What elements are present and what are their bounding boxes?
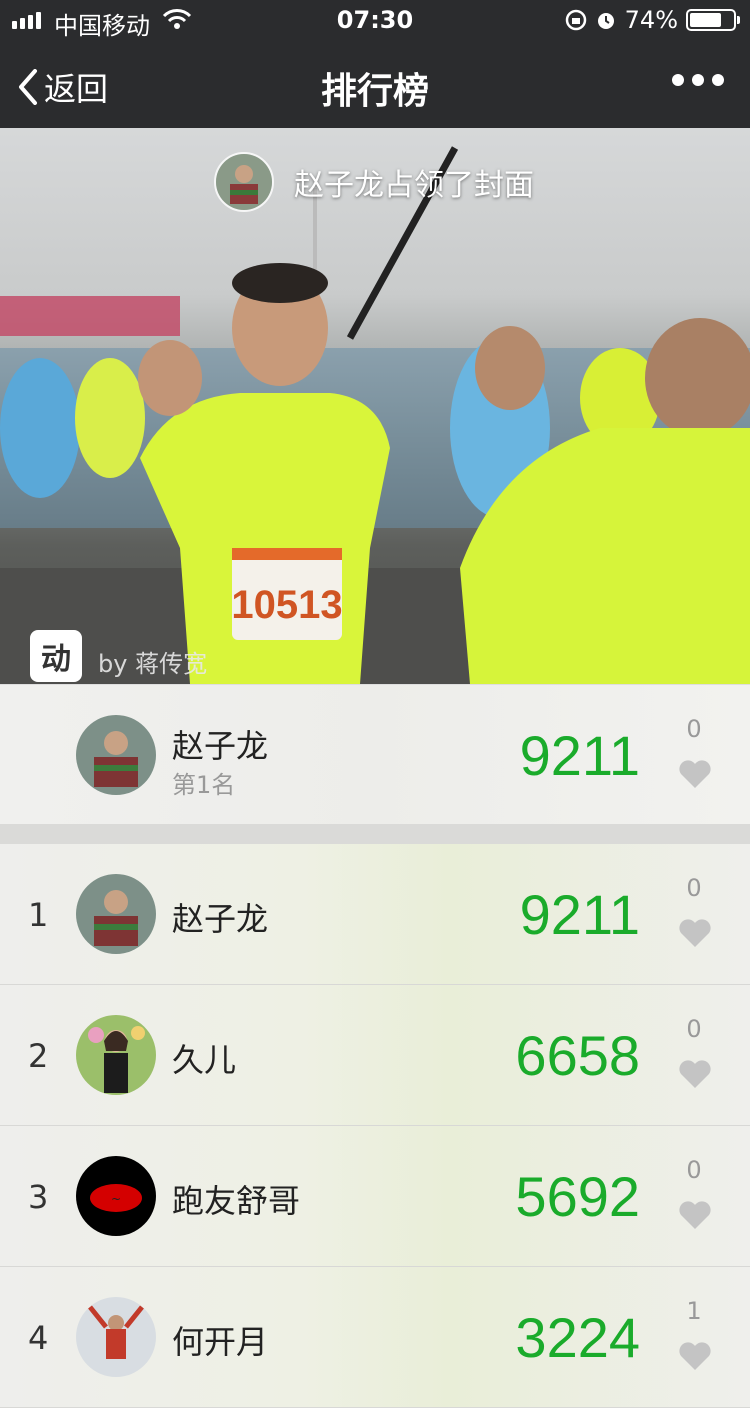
more-menu-button[interactable] [672, 74, 724, 86]
list-item[interactable]: 4 何开月 3224 1 [0, 1267, 750, 1408]
list-item[interactable]: 3 ~ 跑友舒哥 5692 0 [0, 1126, 750, 1267]
like-count: 1 [686, 1297, 702, 1325]
list-item[interactable]: 1 赵子龙 9211 0 [0, 844, 750, 985]
cover-image[interactable]: 10513 赵子龙占领了封面 动 by 蒋传宽 [0, 128, 750, 684]
page-title: 排行榜 [320, 71, 429, 112]
rank-number: 2 [28, 1037, 49, 1075]
more-dot-icon [672, 74, 684, 86]
runner-name: 跑友舒哥 [172, 1182, 301, 1220]
rank-number: 3 [28, 1178, 49, 1216]
heart-icon[interactable] [678, 1059, 712, 1089]
status-bar: 中国移动 07:30 74% [0, 0, 750, 40]
my-step-count: 9211 [519, 724, 640, 787]
runner-name: 何开月 [172, 1323, 269, 1361]
rank-number: 4 [28, 1319, 49, 1357]
avatar[interactable] [76, 1015, 156, 1095]
avatar[interactable] [214, 152, 274, 212]
avatar[interactable] [76, 874, 156, 954]
step-count: 9211 [519, 883, 640, 946]
like-count: 0 [686, 715, 702, 743]
avatar[interactable] [76, 715, 156, 795]
runner-name: 赵子龙 [172, 900, 269, 938]
cover-caption: 赵子龙占领了封面 [214, 152, 534, 212]
more-dot-icon [692, 74, 704, 86]
rotation-lock-icon [565, 9, 587, 31]
app-logo: 动 [30, 630, 82, 682]
avatar[interactable] [76, 1297, 156, 1377]
step-count: 6658 [515, 1024, 640, 1087]
battery-percent: 74% [624, 6, 678, 34]
heart-icon[interactable] [678, 1200, 712, 1230]
my-name: 赵子龙 [172, 727, 269, 765]
heart-icon[interactable] [678, 759, 712, 789]
step-count: 5692 [515, 1165, 640, 1228]
avatar[interactable]: ~ [76, 1156, 156, 1236]
section-divider [0, 824, 750, 844]
ranking-list: 1 赵子龙 9211 0 2 久儿 6658 0 3 ~ 跑友舒哥 5692 0… [0, 844, 750, 1408]
my-rank-row[interactable]: 赵子龙 第1名 9211 0 [0, 684, 750, 825]
rank-number: 1 [28, 896, 49, 934]
heart-icon[interactable] [678, 1341, 712, 1371]
nav-bar: 返回 排行榜 [0, 40, 750, 128]
like-count: 0 [686, 1156, 702, 1184]
list-item[interactable]: 2 久儿 6658 0 [0, 985, 750, 1126]
alarm-icon [595, 9, 617, 31]
battery-icon [686, 9, 740, 31]
like-count: 0 [686, 1015, 702, 1043]
svg-text:~: ~ [111, 1192, 121, 1206]
bib-number: 10513 [231, 583, 342, 627]
photo-credit: by 蒋传宽 [98, 650, 208, 678]
heart-icon[interactable] [678, 918, 712, 948]
runner-name: 久儿 [172, 1041, 237, 1079]
my-rank-text: 第1名 [172, 771, 236, 799]
like-count: 0 [686, 874, 702, 902]
step-count: 3224 [515, 1306, 640, 1369]
cover-caption-text: 赵子龙占领了封面 [294, 168, 534, 203]
more-dot-icon [712, 74, 724, 86]
